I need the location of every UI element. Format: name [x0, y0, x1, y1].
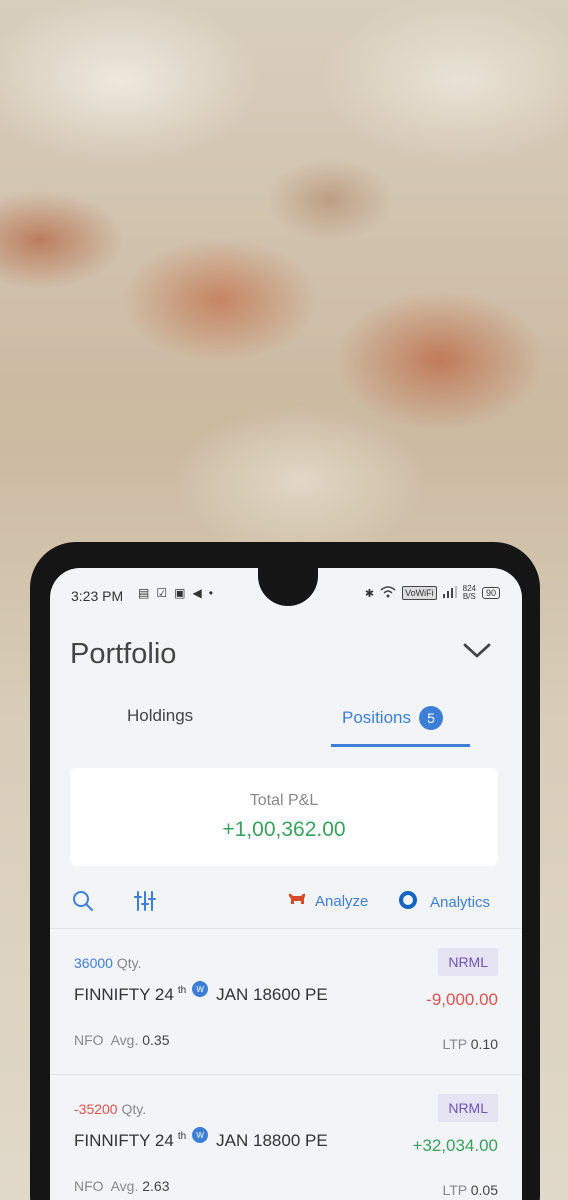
signal-icon — [442, 585, 457, 601]
weekly-badge: W — [192, 1127, 209, 1143]
active-tab-indicator — [331, 744, 470, 747]
ltp-label: LTP — [442, 1036, 467, 1052]
qty-value: -35200 — [74, 1101, 118, 1117]
total-pnl-label: Total P&L — [249, 792, 319, 809]
position-row[interactable]: 36000 Qty. NRML FINNIFTY 24th W JAN 1860… — [50, 930, 522, 1075]
position-pnl: -9,000.00 — [426, 990, 498, 1009]
weekly-badge: W — [192, 981, 209, 997]
bluetooth-icon: ✱ — [364, 587, 375, 600]
divider — [50, 1074, 522, 1075]
net-speed-unit: B/S — [462, 592, 476, 601]
wifi-icon — [380, 585, 396, 601]
instrument-contract: JAN 18800 PE — [216, 1131, 328, 1150]
portfolio-tabs: Holdings Positions 5 — [50, 698, 522, 748]
position-meta: NFO Avg. 0.35 — [74, 1032, 169, 1048]
instrument-name: FINNIFTY 24th W JAN 18600 PE — [74, 981, 328, 1005]
ltp-value: 0.05 — [470, 1182, 498, 1198]
status-bar: 3:23 PM ▤ ☑ ▣ ◀ • ✱ VoWiFi 824 B/S 90 — [50, 568, 522, 620]
battery-level: 90 — [485, 588, 496, 598]
instrument-symbol: FINNIFTY 24 — [74, 985, 174, 1004]
instrument-name: FINNIFTY 24th W JAN 18800 PE — [74, 1127, 328, 1151]
app-screen: 3:23 PM ▤ ☑ ▣ ◀ • ✱ VoWiFi 824 B/S 90 Po… — [50, 568, 522, 1200]
instrument-contract: JAN 18600 PE — [216, 985, 328, 1004]
exchange: NFO — [74, 1032, 104, 1048]
battery-icon: 90 — [481, 587, 500, 599]
kite-icon: ◀ — [192, 586, 202, 600]
position-qty: -35200 Qty. — [74, 1101, 146, 1117]
ltp: LTP 0.10 — [442, 1036, 498, 1052]
total-pnl-card: Total P&L +1,00,362.00 — [70, 768, 498, 866]
exchange: NFO — [74, 1178, 104, 1194]
status-time: 3:23 PM — [71, 588, 124, 604]
avg-label: Avg. — [110, 1178, 139, 1194]
app-icon: ▣ — [174, 586, 186, 600]
product-badge: NRML — [438, 948, 498, 976]
tab-positions-label: Positions — [342, 708, 411, 727]
analytics-button[interactable]: Analytics — [398, 890, 490, 914]
ltp: LTP 0.05 — [442, 1182, 498, 1198]
position-pnl: +32,034.00 — [412, 1136, 498, 1155]
search-icon[interactable] — [72, 890, 94, 917]
net-speed: 824 B/S — [463, 585, 476, 601]
system-icons: ✱ VoWiFi 824 B/S 90 — [365, 585, 500, 601]
vowifi-indicator: VoWiFi — [402, 586, 437, 600]
qty-value: 36000 — [74, 955, 113, 971]
news-icon: ▤ — [138, 586, 150, 600]
product-badge: NRML — [438, 1094, 498, 1122]
position-meta: NFO Avg. 2.63 — [74, 1178, 169, 1194]
avg-price: 0.35 — [142, 1032, 170, 1048]
dot-icon: • — [208, 586, 213, 600]
tab-positions[interactable]: Positions 5 — [342, 706, 443, 730]
expiry-ordinal: th — [177, 1131, 187, 1142]
positions-toolbar: Analyze Analytics — [50, 886, 522, 918]
instrument-symbol: FINNIFTY 24 — [74, 1131, 174, 1150]
position-row[interactable]: -35200 Qty. NRML FINNIFTY 24th W JAN 188… — [50, 1076, 522, 1200]
tab-holdings[interactable]: Holdings — [127, 706, 193, 726]
analyze-button[interactable]: Analyze — [287, 892, 368, 910]
ltp-label: LTP — [442, 1182, 467, 1198]
ltp-value: 0.10 — [470, 1036, 498, 1052]
page-title: Portfolio — [70, 638, 177, 670]
analyze-label: Analyze — [315, 892, 369, 910]
analytics-ring-icon — [398, 890, 418, 914]
position-qty: 36000 Qty. — [74, 955, 141, 971]
divider — [50, 928, 522, 929]
qty-unit: Qty. — [116, 955, 142, 971]
expiry-ordinal: th — [177, 985, 187, 996]
qty-unit: Qty. — [121, 1101, 147, 1117]
notification-icons: ▤ ☑ ▣ ◀ • — [138, 586, 213, 600]
positions-count-badge: 5 — [418, 706, 443, 730]
avg-price: 2.63 — [142, 1178, 170, 1194]
bull-icon — [287, 892, 307, 910]
total-pnl-value: +1,00,362.00 — [222, 818, 346, 841]
checkbox-icon: ☑ — [156, 586, 168, 600]
avg-label: Avg. — [110, 1032, 139, 1048]
chevron-down-icon[interactable] — [462, 641, 492, 661]
analytics-label: Analytics — [430, 893, 491, 911]
filter-sliders-icon[interactable] — [134, 890, 156, 917]
